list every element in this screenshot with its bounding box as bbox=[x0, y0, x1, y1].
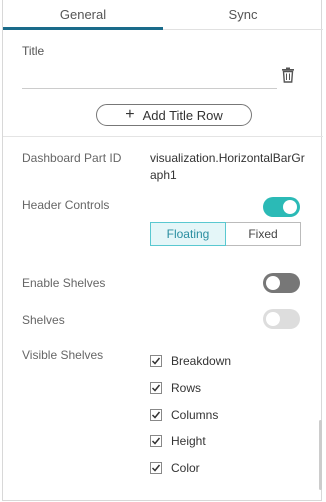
checkmark-icon bbox=[151, 384, 161, 392]
title-input[interactable] bbox=[22, 66, 277, 89]
toggle-knob bbox=[266, 312, 280, 326]
enable-shelves-label: Enable Shelves bbox=[22, 276, 106, 290]
toggle-knob bbox=[266, 276, 280, 290]
add-title-row-label: Add Title Row bbox=[142, 107, 223, 123]
add-title-row-button[interactable]: + Add Title Row bbox=[96, 104, 252, 126]
shelves-toggle[interactable] bbox=[263, 309, 300, 329]
columns-checkbox[interactable] bbox=[150, 409, 162, 421]
header-controls-label: Header Controls bbox=[22, 198, 110, 212]
shelves-label: Shelves bbox=[22, 313, 65, 327]
rows-checkbox[interactable] bbox=[150, 382, 162, 394]
height-checkbox[interactable] bbox=[150, 435, 162, 447]
header-controls-mode-selector: Floating Fixed bbox=[150, 222, 301, 246]
tab-bar: General Sync bbox=[3, 0, 323, 30]
checkmark-icon bbox=[151, 437, 161, 445]
rows-checkbox-row[interactable]: Rows bbox=[150, 379, 201, 397]
breakdown-label: Breakdown bbox=[171, 354, 232, 368]
properties-panel: General Sync Title + Add Title Row Dashb… bbox=[2, 0, 323, 501]
toggle-knob bbox=[283, 200, 297, 214]
header-controls-toggle[interactable] bbox=[263, 197, 300, 217]
height-label: Height bbox=[171, 434, 206, 448]
color-checkbox[interactable] bbox=[150, 462, 162, 474]
visible-shelves-label: Visible Shelves bbox=[22, 348, 104, 362]
section-divider bbox=[3, 136, 323, 137]
columns-label: Columns bbox=[171, 408, 219, 422]
title-label: Title bbox=[22, 44, 45, 58]
checkmark-icon bbox=[151, 464, 161, 472]
active-tab-indicator bbox=[3, 27, 163, 30]
height-checkbox-row[interactable]: Height bbox=[150, 432, 206, 450]
color-label: Color bbox=[171, 461, 200, 475]
breakdown-checkbox[interactable] bbox=[150, 355, 162, 367]
columns-checkbox-row[interactable]: Columns bbox=[150, 406, 218, 424]
dashboard-part-id-value: visualization.HorizontalBarGraph1 bbox=[150, 151, 305, 182]
scrollbar[interactable] bbox=[319, 420, 322, 490]
checkmark-icon bbox=[151, 411, 161, 419]
dashboard-part-id-label: Dashboard Part ID bbox=[22, 151, 122, 165]
trash-icon[interactable] bbox=[281, 67, 295, 83]
tab-general[interactable]: General bbox=[3, 0, 163, 30]
floating-option[interactable]: Floating bbox=[150, 222, 226, 246]
checkmark-icon bbox=[151, 357, 161, 365]
rows-label: Rows bbox=[171, 381, 202, 395]
color-checkbox-row[interactable]: Color bbox=[150, 459, 200, 477]
plus-icon: + bbox=[125, 106, 135, 123]
tab-sync[interactable]: Sync bbox=[163, 0, 323, 30]
fixed-option[interactable]: Fixed bbox=[226, 223, 300, 245]
breakdown-checkbox-row[interactable]: Breakdown bbox=[150, 352, 231, 370]
enable-shelves-toggle[interactable] bbox=[263, 273, 300, 293]
